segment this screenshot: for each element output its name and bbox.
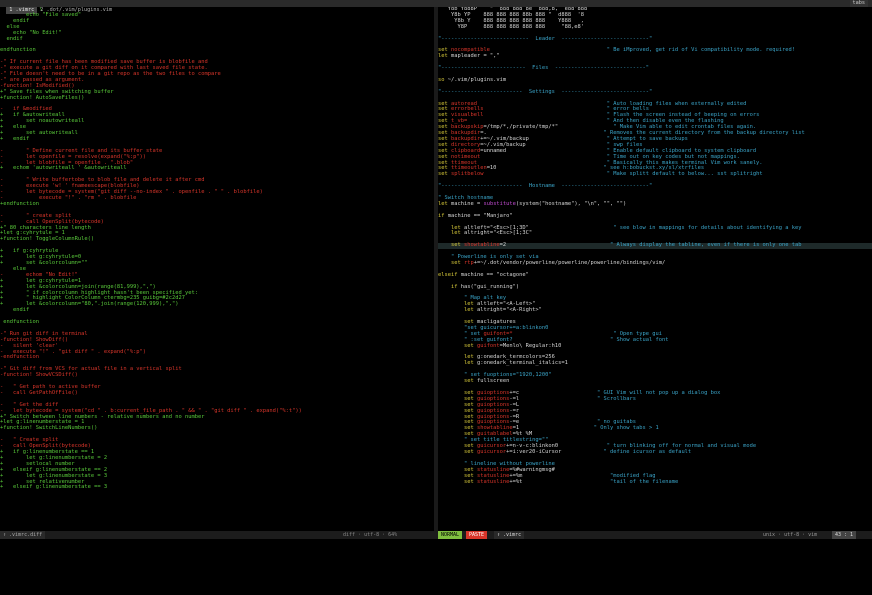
- code-token: let: [438, 200, 451, 207]
- code-token: set: [438, 478, 477, 485]
- code-token: so: [438, 76, 448, 83]
- code-token: set: [438, 448, 477, 455]
- code-token: fullscreen: [476, 378, 510, 385]
- code-token: ~/.vim/plugins.vim: [447, 76, 507, 83]
- code-token: let: [438, 230, 464, 237]
- code-token: set: [438, 378, 477, 385]
- code-token: + endif: [0, 135, 30, 142]
- code-token: splitbelow: [450, 171, 484, 178]
- status-paste-badge: PASTE: [466, 531, 488, 539]
- code-token: " see blow in mappings for details about…: [528, 224, 802, 231]
- tabs-indicator: tabs: [849, 0, 868, 7]
- status-right-info: unix · utf-8 · vim: [763, 532, 818, 538]
- command-line[interactable]: [0, 539, 872, 546]
- code-token: Y8P 888 888 888 888 888 "88,e8': [438, 23, 585, 30]
- right-pane-vimrc-buffer[interactable]: Y8b Y888P " 888 888 8e 888,8, e88'888 Y8…: [438, 7, 872, 531]
- code-token: endfunction: [0, 319, 39, 326]
- code-token: machine =: [450, 200, 484, 207]
- code-token: " Only show tabs > 1: [519, 425, 659, 432]
- code-token: "------------------------- Hostname ----…: [438, 183, 653, 190]
- code-line[interactable]: set statusline+=%t "tail of the filename: [438, 478, 872, 486]
- status-cursor-position: 43 : 1: [832, 531, 857, 539]
- code-token: has("gui_running"): [460, 283, 520, 290]
- code-token: elseif: [438, 271, 461, 278]
- code-token: " Make splitt default to below... sst sp…: [483, 171, 763, 178]
- code-token: machine == "Manjaro": [447, 212, 513, 219]
- code-token: "tail of the filename: [522, 478, 679, 485]
- code-token: -endfunction: [0, 354, 39, 361]
- code-token: set: [438, 259, 464, 266]
- code-token: " Be iMproved, get rid of Vi compatibili…: [489, 47, 796, 54]
- code-token: endif: [0, 35, 23, 42]
- code-token: let: [438, 53, 451, 60]
- code-token: set: [438, 171, 451, 178]
- code-token: set: [438, 242, 464, 249]
- code-token: "--------------------------- Leader ----…: [438, 35, 653, 42]
- code-token: " define icursor as default: [561, 448, 692, 455]
- code-token: guifont: [476, 342, 500, 349]
- code-token: substitute: [483, 200, 516, 207]
- code-token: (system("hostname"), "\n", "", ""): [515, 200, 627, 207]
- code-token: statusline: [476, 478, 510, 485]
- code-token: +function! SwitchLineNumbers(): [0, 425, 98, 432]
- status-line: ↑ .vimrc.diff diff · utf-8 · 64% NORMAL …: [0, 531, 872, 539]
- status-left-filename: ↑ .vimrc.diff: [0, 531, 46, 539]
- code-token: guicursor: [476, 448, 507, 455]
- code-token: + elseif g:linenumberstate == 3: [0, 484, 108, 491]
- code-token: let: [438, 307, 477, 314]
- code-token: " Always display the tabline, even if th…: [506, 242, 802, 249]
- code-token: rtp: [463, 259, 474, 266]
- code-token: -function! ShowVCSDiff(): [0, 372, 78, 379]
- code-token: altright="<A-Right>": [476, 307, 542, 314]
- tabline: 1 .vimrc 2 .dot/.vim/plugins.vim tabs: [0, 0, 872, 14]
- code-token: "------------------------- Settings ----…: [438, 88, 653, 95]
- code-token: mapleader = ",": [450, 53, 500, 60]
- status-right-filename: ↑ .vimrc: [494, 531, 525, 539]
- status-mode-badge: NORMAL: [438, 531, 463, 539]
- code-token: +=%t: [509, 478, 523, 485]
- code-token: endfunction: [0, 47, 36, 54]
- code-token: +endfunction: [0, 200, 39, 207]
- code-token: showtabline: [463, 242, 500, 249]
- code-token: if: [438, 283, 461, 290]
- code-token: machine == "octagone": [460, 271, 529, 278]
- code-token: +function! AutoSaveFiles(): [0, 94, 85, 101]
- status-left-info: diff · utf-8 · 64%: [343, 532, 398, 538]
- code-token: endif: [0, 307, 30, 314]
- code-token: =Menlo\ Regular:h10: [499, 342, 562, 349]
- code-token: g:onedark_terminal_italics=1: [476, 360, 568, 367]
- code-token: - call GetPathOfFile(): [0, 389, 78, 396]
- code-token: altright="<Esc>[1;3C": [463, 230, 533, 237]
- code-token: + echom 'autowriteall ' &autowriteall: [0, 165, 127, 172]
- code-line[interactable]: + elseif g:linenumberstate == 3: [0, 484, 434, 491]
- code-token: +=i:ver20-iCursor: [506, 448, 562, 455]
- code-token: if: [438, 212, 448, 219]
- code-token: set: [438, 342, 477, 349]
- code-token: let: [438, 360, 477, 367]
- left-pane-diff-buffer[interactable]: \ echo "File saved" endif else echo "No …: [0, 7, 434, 531]
- code-token: +function! ToggleColumnRule(): [0, 236, 95, 243]
- code-token: "-------------------------- Files ------…: [438, 65, 649, 72]
- code-token: +=~/.dot/vendor/powerline/powerline/powe…: [473, 259, 666, 266]
- code-token: " Scrollbars: [519, 395, 637, 402]
